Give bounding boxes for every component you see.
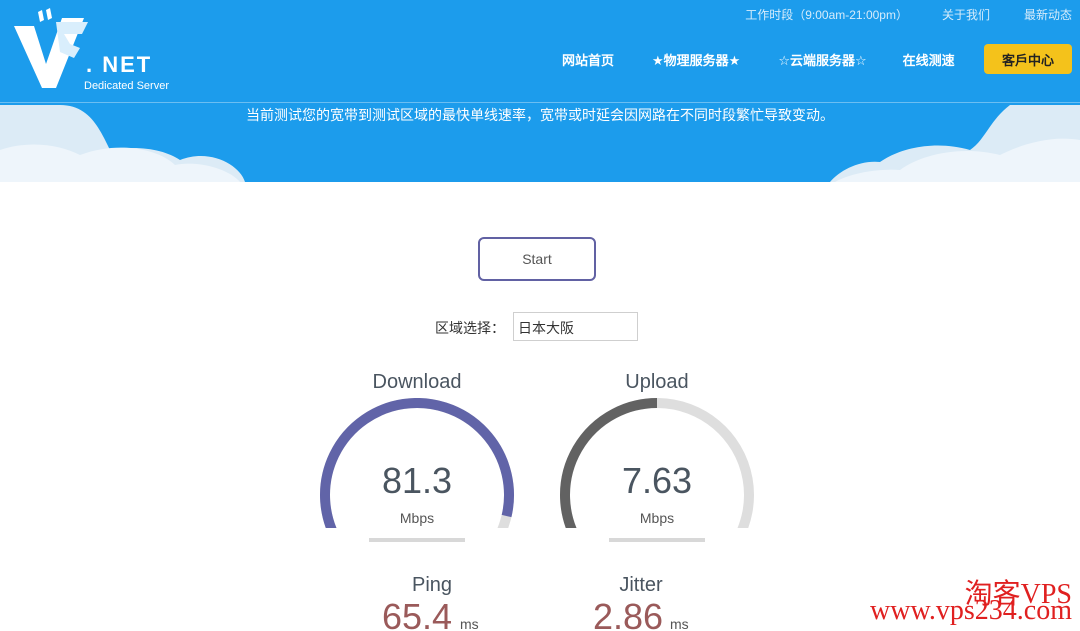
logo-subtitle: Dedicated Server — [84, 80, 169, 92]
watermark: 淘客VPS www.vps234.com — [870, 581, 1072, 626]
upload-value: 7.63 — [621, 460, 693, 501]
nav-cloud-servers[interactable]: ☆云端服务器☆ — [778, 50, 866, 69]
region-label: 区域选择： — [435, 320, 505, 336]
client-center-button[interactable]: 客戶中心 — [984, 44, 1072, 74]
ping-value: 65.4 — [382, 596, 453, 631]
upload-divider — [609, 538, 705, 542]
about-us-link[interactable]: 关于我们 — [942, 6, 990, 23]
jitter-value: 2.86 — [593, 596, 664, 631]
download-unit: Mbps — [399, 510, 435, 526]
main-nav: 网站首页 ★物理服务器★ ☆云端服务器☆ 在线测速 — [562, 50, 993, 69]
site-header: . NET Dedicated Server 工作时段（9:00am-21:00… — [0, 0, 1080, 182]
working-hours: 工作时段（9:00am-21:00pm） — [745, 8, 908, 22]
jitter-unit: ms — [670, 616, 689, 631]
site-logo[interactable]: . NET Dedicated Server — [12, 8, 172, 92]
news-link[interactable]: 最新动态 — [1024, 6, 1072, 23]
top-links: 工作时段（9:00am-21:00pm） 关于我们 最新动态 — [745, 6, 1072, 23]
download-title: Download — [372, 371, 462, 393]
logo-net-text: . NET — [86, 52, 153, 77]
start-button[interactable]: Start — [478, 237, 596, 281]
upload-unit: Mbps — [639, 510, 675, 526]
header-divider — [0, 102, 1080, 103]
logo-mark-icon — [14, 8, 88, 88]
download-divider — [369, 538, 465, 542]
download-value: 81.3 — [381, 460, 453, 501]
nav-speedtest[interactable]: 在线测速 — [903, 50, 955, 69]
watermark-url: www.vps234.com — [870, 595, 1072, 626]
speedtest-notice: 当前测试您的宽带到测试区域的最快单线速率，宽带或时延会因网路在不同时段繁忙导致变… — [246, 107, 834, 123]
ping-title: Ping — [411, 574, 453, 596]
region-select[interactable]: 日本大阪 — [513, 312, 638, 341]
jitter-title: Jitter — [619, 574, 663, 596]
nav-home[interactable]: 网站首页 — [562, 50, 614, 69]
ping-unit: ms — [460, 616, 479, 631]
upload-title: Upload — [625, 371, 689, 393]
nav-physical-servers[interactable]: ★物理服务器★ — [652, 50, 740, 69]
